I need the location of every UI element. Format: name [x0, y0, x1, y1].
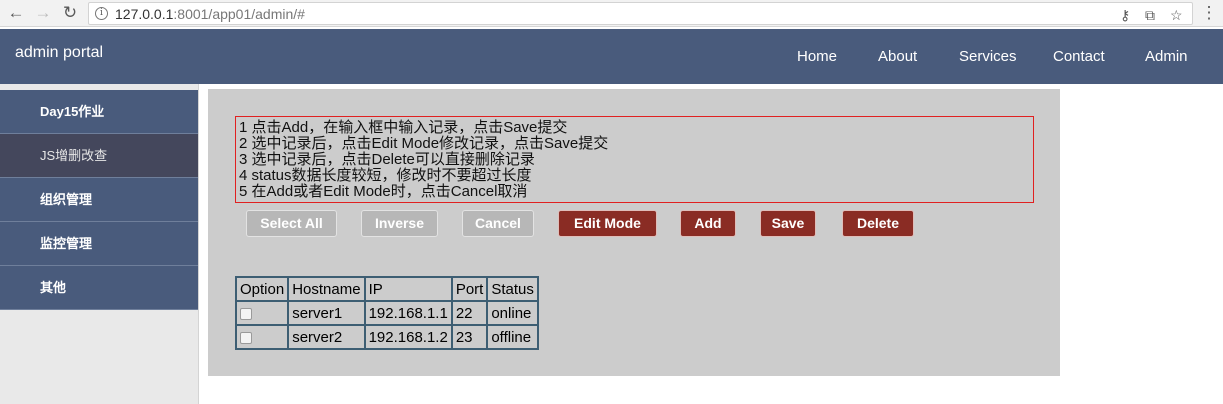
sidebar: Day15作业 JS增删改查 组织管理 监控管理 其他 — [0, 84, 199, 404]
brand-title[interactable]: admin portal — [15, 44, 103, 62]
sidebar-item-js-crud[interactable]: JS增删改查 — [0, 134, 198, 178]
instructions-box: 1 点击Add，在输入框中输入记录，点击Save提交 2 选中记录后，点击Edi… — [235, 116, 1034, 203]
nav-link-contact[interactable]: Contact — [1053, 48, 1105, 65]
nav-link-admin[interactable]: Admin — [1145, 48, 1188, 65]
nav-link-services[interactable]: Services — [959, 48, 1017, 65]
sidebar-item-other[interactable]: 其他 — [0, 266, 198, 310]
column-header-status: Status — [486, 276, 539, 302]
cancel-button[interactable]: Cancel — [462, 210, 534, 237]
browser-toolbar: ← → ↻ i 127.0.0.1:8001/app01/admin/# ⚷ ⧉… — [0, 0, 1223, 27]
site-info-icon[interactable]: i — [95, 7, 108, 20]
sidebar-item-monitoring[interactable]: 监控管理 — [0, 222, 198, 266]
table-header-row: Option Hostname IP Port Status — [234, 276, 539, 302]
url-text[interactable]: 127.0.0.1:8001/app01/admin/# — [115, 6, 305, 22]
instruction-line: 3 选中记录后，点击Delete可以直接删除记录 — [239, 151, 535, 168]
column-header-ip: IP — [363, 276, 453, 302]
port-cell: 23 — [450, 324, 489, 350]
nav-link-home[interactable]: Home — [797, 48, 837, 65]
main-content: 1 点击Add，在输入框中输入记录，点击Save提交 2 选中记录后，点击Edi… — [208, 89, 1060, 376]
instruction-line: 5 在Add或者Edit Mode时，点击Cancel取消 — [239, 183, 528, 200]
back-arrow-icon[interactable]: ← — [6, 3, 26, 23]
hostname-cell: server1 — [287, 300, 366, 326]
server-table: Option Hostname IP Port Status server1 1… — [234, 276, 539, 350]
url-host: 127.0.0.1 — [115, 6, 174, 22]
ip-cell: 192.168.1.2 — [363, 324, 453, 350]
instruction-line: 2 选中记录后，点击Edit Mode修改记录，点击Save提交 — [239, 135, 609, 152]
browser-menu-icon[interactable]: ⋮ — [1199, 3, 1219, 23]
row-checkbox[interactable] — [240, 307, 252, 320]
add-button[interactable]: Add — [680, 210, 736, 237]
sidebar-item-org-management[interactable]: 组织管理 — [0, 178, 198, 222]
forward-arrow-icon[interactable]: → — [33, 3, 53, 23]
top-navbar: admin portal Home About Services Contact… — [0, 29, 1223, 84]
reload-icon[interactable]: ↻ — [60, 3, 80, 23]
status-cell: online — [486, 300, 539, 326]
instruction-line: 1 点击Add，在输入框中输入记录，点击Save提交 — [239, 119, 568, 136]
address-bar[interactable]: i 127.0.0.1:8001/app01/admin/# ⚷ ⧉ ☆ — [88, 2, 1193, 25]
bookmark-star-icon[interactable]: ☆ — [1170, 6, 1183, 24]
inverse-button[interactable]: Inverse — [361, 210, 438, 237]
translate-icon[interactable]: ⧉ — [1145, 6, 1155, 24]
row-option-cell — [234, 300, 290, 326]
select-all-button[interactable]: Select All — [246, 210, 337, 237]
instruction-line: 4 status数据长度较短，修改时不要超过长度 — [239, 167, 532, 184]
table-row: server2 192.168.1.2 23 offline — [234, 324, 539, 350]
row-checkbox[interactable] — [240, 331, 252, 344]
key-icon[interactable]: ⚷ — [1120, 6, 1130, 24]
table-row: server1 192.168.1.1 22 online — [234, 300, 539, 326]
hostname-cell: server2 — [287, 324, 366, 350]
nav-link-about[interactable]: About — [878, 48, 917, 65]
column-header-hostname: Hostname — [287, 276, 366, 302]
row-option-cell — [234, 324, 290, 350]
url-path: :8001/app01/admin/# — [173, 6, 305, 22]
column-header-option: Option — [234, 276, 290, 302]
column-header-port: Port — [450, 276, 489, 302]
status-cell: offline — [486, 324, 539, 350]
delete-button[interactable]: Delete — [842, 210, 914, 237]
port-cell: 22 — [450, 300, 489, 326]
sidebar-item-day15[interactable]: Day15作业 — [0, 90, 198, 134]
ip-cell: 192.168.1.1 — [363, 300, 453, 326]
save-button[interactable]: Save — [760, 210, 816, 237]
edit-mode-button[interactable]: Edit Mode — [558, 210, 657, 237]
